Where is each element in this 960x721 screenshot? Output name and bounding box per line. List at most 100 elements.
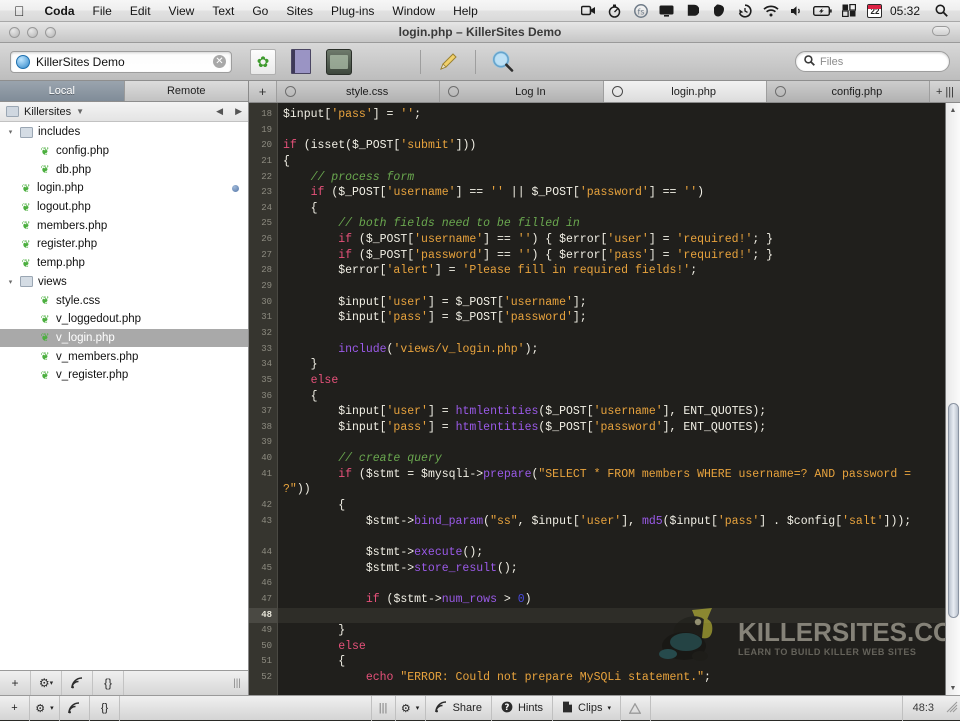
file-list-item[interactable]: ❦ v_loggedout.php	[0, 310, 248, 329]
files-search-field[interactable]: Files	[795, 51, 950, 72]
warning-icon[interactable]	[621, 695, 651, 721]
code-line[interactable]	[278, 607, 945, 624]
code-line[interactable]: echo "ERROR: Could not prepare MySQLi st…	[278, 670, 945, 686]
publish-icon[interactable]	[60, 695, 90, 721]
file-list-item[interactable]: ❦ logout.php	[0, 198, 248, 217]
code-line[interactable]: $error['alert'] = 'Please fill in requir…	[278, 263, 945, 279]
disclosure-triangle-icon[interactable]: ▾	[6, 128, 15, 136]
tab-remote[interactable]: Remote	[123, 81, 248, 101]
editor-vertical-scrollbar[interactable]: ▲ ▼	[945, 103, 960, 695]
code-line[interactable]: {	[278, 201, 945, 217]
menu-item-plugins[interactable]: Plug-ins	[322, 4, 383, 18]
code-line[interactable]: if ($stmt->num_rows > 0)	[278, 592, 945, 608]
nav-back-button[interactable]: ◀	[216, 106, 223, 117]
nav-forward-button[interactable]: ▶	[235, 106, 242, 117]
code-line[interactable]: {	[278, 389, 945, 405]
code-line[interactable]: $stmt->execute();	[278, 545, 945, 561]
menu-item-edit[interactable]: Edit	[121, 4, 160, 18]
code-line[interactable]: // create query	[278, 451, 945, 467]
add-tab-button[interactable]: +	[936, 86, 942, 98]
scrollbar-thumb[interactable]	[948, 403, 959, 618]
terminal-icon[interactable]	[326, 48, 352, 75]
code-line[interactable]: if (isset($_POST['submit']))	[278, 138, 945, 154]
fastscripts-icon[interactable]: fs	[628, 0, 654, 22]
disclosure-triangle-icon[interactable]: ▾	[6, 278, 15, 286]
menu-item-view[interactable]: View	[160, 4, 204, 18]
chevron-down-icon[interactable]: ▼	[76, 107, 84, 116]
hints-button[interactable]: ? Hints	[492, 695, 554, 721]
code-braces-icon[interactable]: {}	[93, 670, 124, 696]
wifi-icon[interactable]	[758, 0, 784, 22]
close-icon[interactable]	[611, 86, 623, 97]
add-icon[interactable]: +	[0, 670, 31, 696]
menu-item-window[interactable]: Window	[383, 4, 444, 18]
toolbar-toggle-button[interactable]	[932, 26, 950, 36]
sidebar-resize-grip[interactable]: |||	[226, 678, 248, 689]
code-line[interactable]: {	[278, 498, 945, 514]
code-line[interactable]	[278, 279, 945, 295]
time-machine-icon[interactable]	[732, 0, 758, 22]
code-line[interactable]	[278, 576, 945, 592]
clear-icon[interactable]: ✕	[213, 55, 226, 68]
close-icon[interactable]	[774, 86, 786, 97]
volume-icon[interactable]	[784, 0, 810, 22]
evernote-icon[interactable]	[706, 0, 732, 22]
current-folder-label[interactable]: Killersites	[24, 106, 71, 118]
tab-log-in[interactable]: Log In	[440, 81, 604, 102]
pencil-icon[interactable]	[435, 49, 461, 75]
book-icon[interactable]	[288, 48, 314, 75]
code-line[interactable]: $stmt->store_result();	[278, 561, 945, 577]
add-file-button[interactable]: +	[0, 695, 30, 721]
code-line[interactable]: else	[278, 373, 945, 389]
preview-magnifier-icon[interactable]	[490, 49, 516, 75]
share-button[interactable]: Share	[426, 695, 492, 721]
window-resize-grip[interactable]	[944, 701, 960, 716]
status-grip[interactable]: |||	[372, 695, 396, 721]
site-name-field[interactable]: KillerSites Demo ✕	[10, 50, 232, 73]
scroll-up-arrow[interactable]: ▲	[946, 103, 960, 117]
code-text-area[interactable]: $input['pass'] = ''; if (isset($_POST['s…	[278, 103, 945, 695]
spotlight-search-icon[interactable]	[928, 0, 954, 22]
code-line[interactable]: if ($_POST['username'] == '' || $_POST['…	[278, 185, 945, 201]
battery-icon[interactable]	[810, 0, 836, 22]
menubar-clock[interactable]: 05:32	[888, 4, 928, 18]
gear-icon[interactable]: ⚙ ▾	[30, 695, 60, 721]
file-list-item[interactable]: ❦ members.php	[0, 216, 248, 235]
file-list-item[interactable]: ▾ includes	[0, 123, 248, 142]
menu-item-go[interactable]: Go	[243, 4, 277, 18]
stopwatch-icon[interactable]	[602, 0, 628, 22]
file-list-item[interactable]: ❦ db.php	[0, 160, 248, 179]
code-line[interactable]	[278, 435, 945, 451]
code-line[interactable]: if ($_POST['password'] == '') { $error['…	[278, 248, 945, 264]
code-line[interactable]: $input['user'] = htmlentities($_POST['us…	[278, 404, 945, 420]
tab-style-css[interactable]: style.css	[277, 81, 441, 102]
code-line[interactable]: $input['pass'] = '';	[278, 107, 945, 123]
close-icon[interactable]	[285, 86, 296, 97]
search-input[interactable]: Files	[820, 56, 843, 68]
file-list-item[interactable]: ▾ views	[0, 273, 248, 292]
publish-icon[interactable]	[62, 670, 93, 696]
code-line[interactable]: $input['pass'] = $_POST['password'];	[278, 310, 945, 326]
code-braces-icon[interactable]: {}	[90, 695, 120, 721]
scroll-down-arrow[interactable]: ▼	[946, 681, 960, 695]
code-line[interactable]: {	[278, 654, 945, 670]
cloud-sync-icon[interactable]	[836, 0, 862, 22]
file-list-item[interactable]: ❦ v_members.php	[0, 347, 248, 366]
menu-item-help[interactable]: Help	[444, 4, 487, 18]
menu-item-text[interactable]: Text	[203, 4, 243, 18]
code-line[interactable]: // process form	[278, 170, 945, 186]
tab-config-php[interactable]: config.php	[766, 81, 930, 102]
code-line[interactable]: }	[278, 357, 945, 373]
code-line[interactable]: {	[278, 154, 945, 170]
file-list-item[interactable]: ❦ login.php	[0, 179, 248, 198]
date-badge-icon[interactable]: 22	[862, 0, 888, 22]
file-list-item[interactable]: ❦ register.php	[0, 235, 248, 254]
clips-button[interactable]: Clips ▾	[553, 695, 621, 721]
display-icon[interactable]	[654, 0, 680, 22]
file-list-item[interactable]: ❦ v_login.php	[0, 328, 248, 348]
code-line[interactable]: $input['pass'] = htmlentities($_POST['pa…	[278, 420, 945, 436]
file-list-item[interactable]: ❦ temp.php	[0, 254, 248, 273]
close-icon[interactable]	[448, 86, 460, 97]
code-line[interactable]: if ($_POST['username'] == '') { $error['…	[278, 232, 945, 248]
apple-menu-icon[interactable]: 	[0, 4, 36, 18]
